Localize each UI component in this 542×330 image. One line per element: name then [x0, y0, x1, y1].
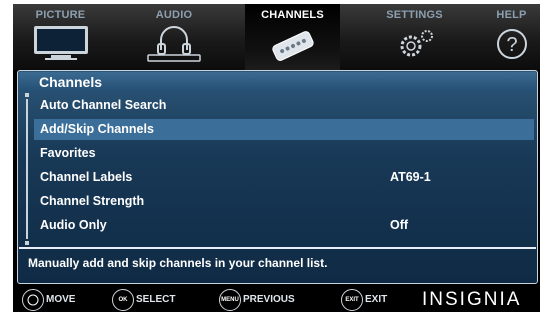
menu-item-value: AT69-1	[390, 170, 431, 184]
hint-label: MOVE	[46, 294, 76, 305]
menu-item-favorites[interactable]: Favorites	[34, 143, 534, 164]
help-description: Manually add and skip channels in your c…	[28, 256, 328, 270]
menu-item-label: Auto Channel Search	[40, 98, 167, 112]
gears-icon	[400, 30, 433, 57]
hint-move: MOVE	[22, 289, 92, 311]
hint-exit: EXIT EXIT	[341, 289, 411, 311]
channels-panel: Channels Auto Channel Search Add/Skip Ch…	[17, 70, 538, 284]
tv-icon	[33, 26, 88, 60]
scrollbar[interactable]	[25, 93, 29, 245]
tab-picture-label: PICTURE	[35, 9, 86, 21]
panel-title-bar: Channels	[19, 72, 536, 92]
hint-previous: MENU PREVIOUS	[219, 289, 319, 311]
exit-button-icon: EXIT	[341, 289, 363, 311]
menu-item-channel-labels[interactable]: Channel Labels AT69-1	[34, 167, 534, 188]
tab-settings[interactable]: SETTINGS	[367, 4, 462, 70]
tab-picture[interactable]: PICTURE	[13, 4, 108, 70]
menu-item-audio-only[interactable]: Audio Only Off	[34, 215, 534, 236]
top-menu-bar: PICTURE AUDIO CHANNELS SETTINGS HELP ?	[13, 4, 540, 70]
menu-item-label: Channel Labels	[40, 170, 133, 184]
remote-icon	[271, 31, 314, 61]
menu-item-auto-channel-search[interactable]: Auto Channel Search	[34, 95, 534, 116]
menu-item-channel-strength[interactable]: Channel Strength	[34, 191, 534, 212]
bottom-hint-bar: MOVE OK ENTER SELECT MENU PREVIOUS EXIT …	[13, 284, 540, 323]
tv-screen: PICTURE AUDIO CHANNELS SETTINGS HELP ? C…	[13, 4, 540, 323]
tab-audio[interactable]: AUDIO	[131, 4, 217, 70]
menu-item-label: Add/Skip Channels	[40, 122, 154, 136]
panel-title: Channels	[39, 74, 103, 90]
svg-text:?: ?	[506, 34, 517, 56]
ok-enter-icon: OK ENTER	[112, 289, 134, 323]
menu-item-label: Favorites	[40, 146, 96, 160]
menu-item-value: Off	[390, 218, 409, 232]
hint-label: PREVIOUS	[243, 294, 295, 305]
hint-label: SELECT	[136, 294, 176, 305]
menu-button-icon: MENU	[219, 289, 241, 311]
tab-help-label: HELP	[496, 9, 527, 21]
hint-select: OK ENTER SELECT	[112, 289, 202, 323]
menu-item-add-skip-channels[interactable]: Add/Skip Channels	[34, 119, 534, 140]
dpad-icon	[22, 289, 44, 311]
tab-help[interactable]: HELP ?	[483, 4, 540, 70]
tab-channels[interactable]: CHANNELS	[245, 4, 340, 70]
hint-label: EXIT	[365, 294, 388, 305]
tab-settings-label: SETTINGS	[386, 9, 443, 21]
menu-item-label: Channel Strength	[40, 194, 145, 208]
tab-channels-label: CHANNELS	[261, 9, 324, 21]
headphones-icon	[147, 26, 201, 62]
brand-logo: INSIGNIA	[422, 289, 522, 310]
question-icon: ?	[496, 29, 527, 59]
menu-item-label: Audio Only	[40, 218, 107, 232]
divider	[19, 247, 536, 249]
tab-audio-label: AUDIO	[155, 9, 193, 21]
